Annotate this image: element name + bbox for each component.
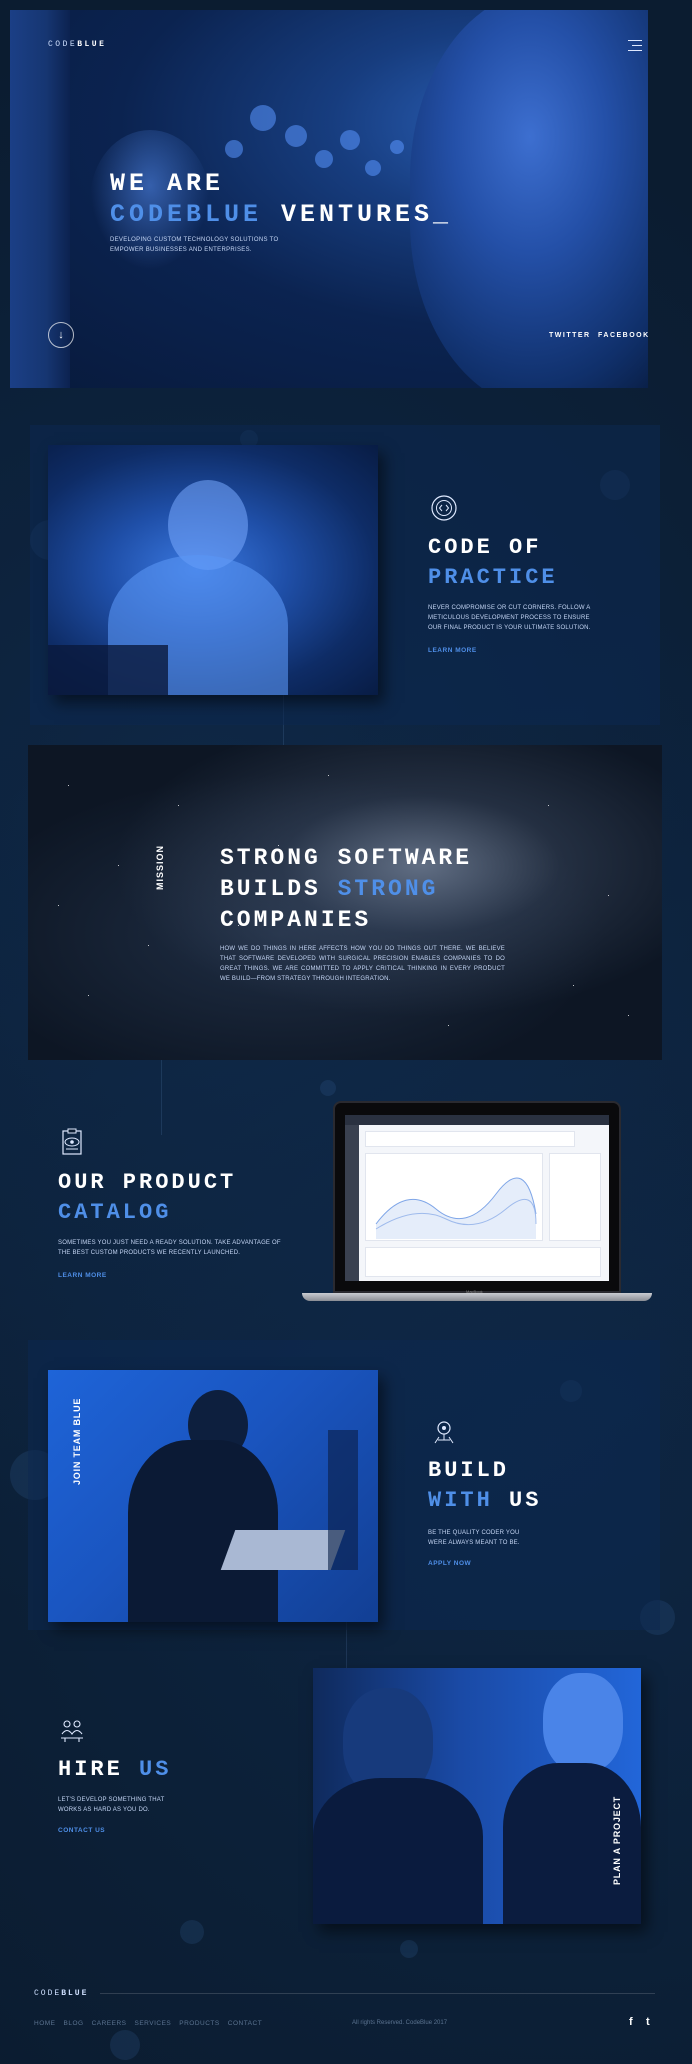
footer-twitter-icon[interactable]: t — [646, 2016, 650, 2028]
hire-title: HIRE US — [58, 1757, 172, 1782]
footer-nav-services[interactable]: SERVICES — [135, 2020, 172, 2027]
practice-title: CODE OF PRACTICE — [428, 535, 558, 590]
practice-text: NEVER COMPROMISE OR CUT CORNERS. FOLLOW … — [428, 605, 591, 631]
practice-learn-more-link[interactable]: LEARN MORE — [428, 647, 477, 654]
footer-nav-contact[interactable]: CONTACT — [228, 2020, 262, 2027]
footer-facebook-icon[interactable]: f — [629, 2016, 633, 2028]
team-icon — [61, 1720, 83, 1742]
laptop-label: MacBook — [466, 1289, 483, 1294]
hire-text: LET'S DEVELOP SOMETHING THAT WORKS AS HA… — [58, 1797, 165, 1813]
join-team-tag: JOIN TEAM BLUE — [72, 1397, 82, 1485]
footer-nav-blog[interactable]: BLOG — [64, 2020, 84, 2027]
plan-project-tag: PLAN A PROJECT — [612, 1795, 622, 1885]
contact-us-link[interactable]: CONTACT US — [58, 1827, 105, 1834]
footer-logo[interactable]: CODEBLUE — [34, 1989, 88, 1998]
hero-subtitle: DEVELOPING CUSTOM TECHNOLOGY SOLUTIONS T… — [110, 237, 279, 253]
twitter-link[interactable]: TWITTER — [549, 332, 591, 339]
hero-title: WE ARE CODEBLUE VENTURES_ — [110, 169, 453, 229]
mission-title: STRONG SOFTWARE BUILDS STRONG COMPANIES — [220, 845, 473, 933]
hamburger-menu-icon[interactable] — [626, 40, 642, 52]
laptop-base — [302, 1293, 652, 1301]
catalog-eye-icon — [62, 1128, 82, 1155]
build-tools-icon — [434, 1421, 454, 1444]
practice-photo — [48, 445, 378, 695]
catalog-learn-more-link[interactable]: LEARN MORE — [58, 1272, 107, 1279]
footer-nav-home[interactable]: HOME — [34, 2020, 56, 2027]
scroll-down-button[interactable]: ↓ — [48, 322, 74, 348]
catalog-title: OUR PRODUCT CATALOG — [58, 1170, 237, 1225]
laptop-screen — [333, 1101, 621, 1293]
build-title: BUILD WITH US — [428, 1458, 542, 1513]
footer-nav-careers[interactable]: CAREERS — [92, 2020, 127, 2027]
footer-nav-products[interactable]: PRODUCTS — [179, 2020, 219, 2027]
mission-text: HOW WE DO THINGS IN HERE AFFECTS HOW YOU… — [220, 946, 505, 982]
facebook-link[interactable]: FACEBOOK — [598, 332, 650, 339]
apply-now-link[interactable]: APPLY NOW — [428, 1560, 471, 1567]
mission-tag: MISSION — [155, 844, 165, 890]
header-logo[interactable]: CODEBLUE — [48, 40, 106, 49]
catalog-text: SOMETIMES YOU JUST NEED A READY SOLUTION… — [58, 1240, 281, 1256]
dashboard-screenshot — [345, 1115, 609, 1281]
build-text: BE THE QUALITY CODER YOU WERE ALWAYS MEA… — [428, 1530, 520, 1546]
footer-nav: HOME BLOG CAREERS SERVICES PRODUCTS CONT… — [34, 2020, 262, 2027]
footer-divider — [100, 1993, 655, 1994]
code-icon — [431, 495, 457, 521]
hire-photo — [313, 1668, 641, 1924]
copyright-text: All rights Reserved. CodeBlue 2017 — [352, 2020, 448, 2026]
build-photo — [48, 1370, 378, 1622]
